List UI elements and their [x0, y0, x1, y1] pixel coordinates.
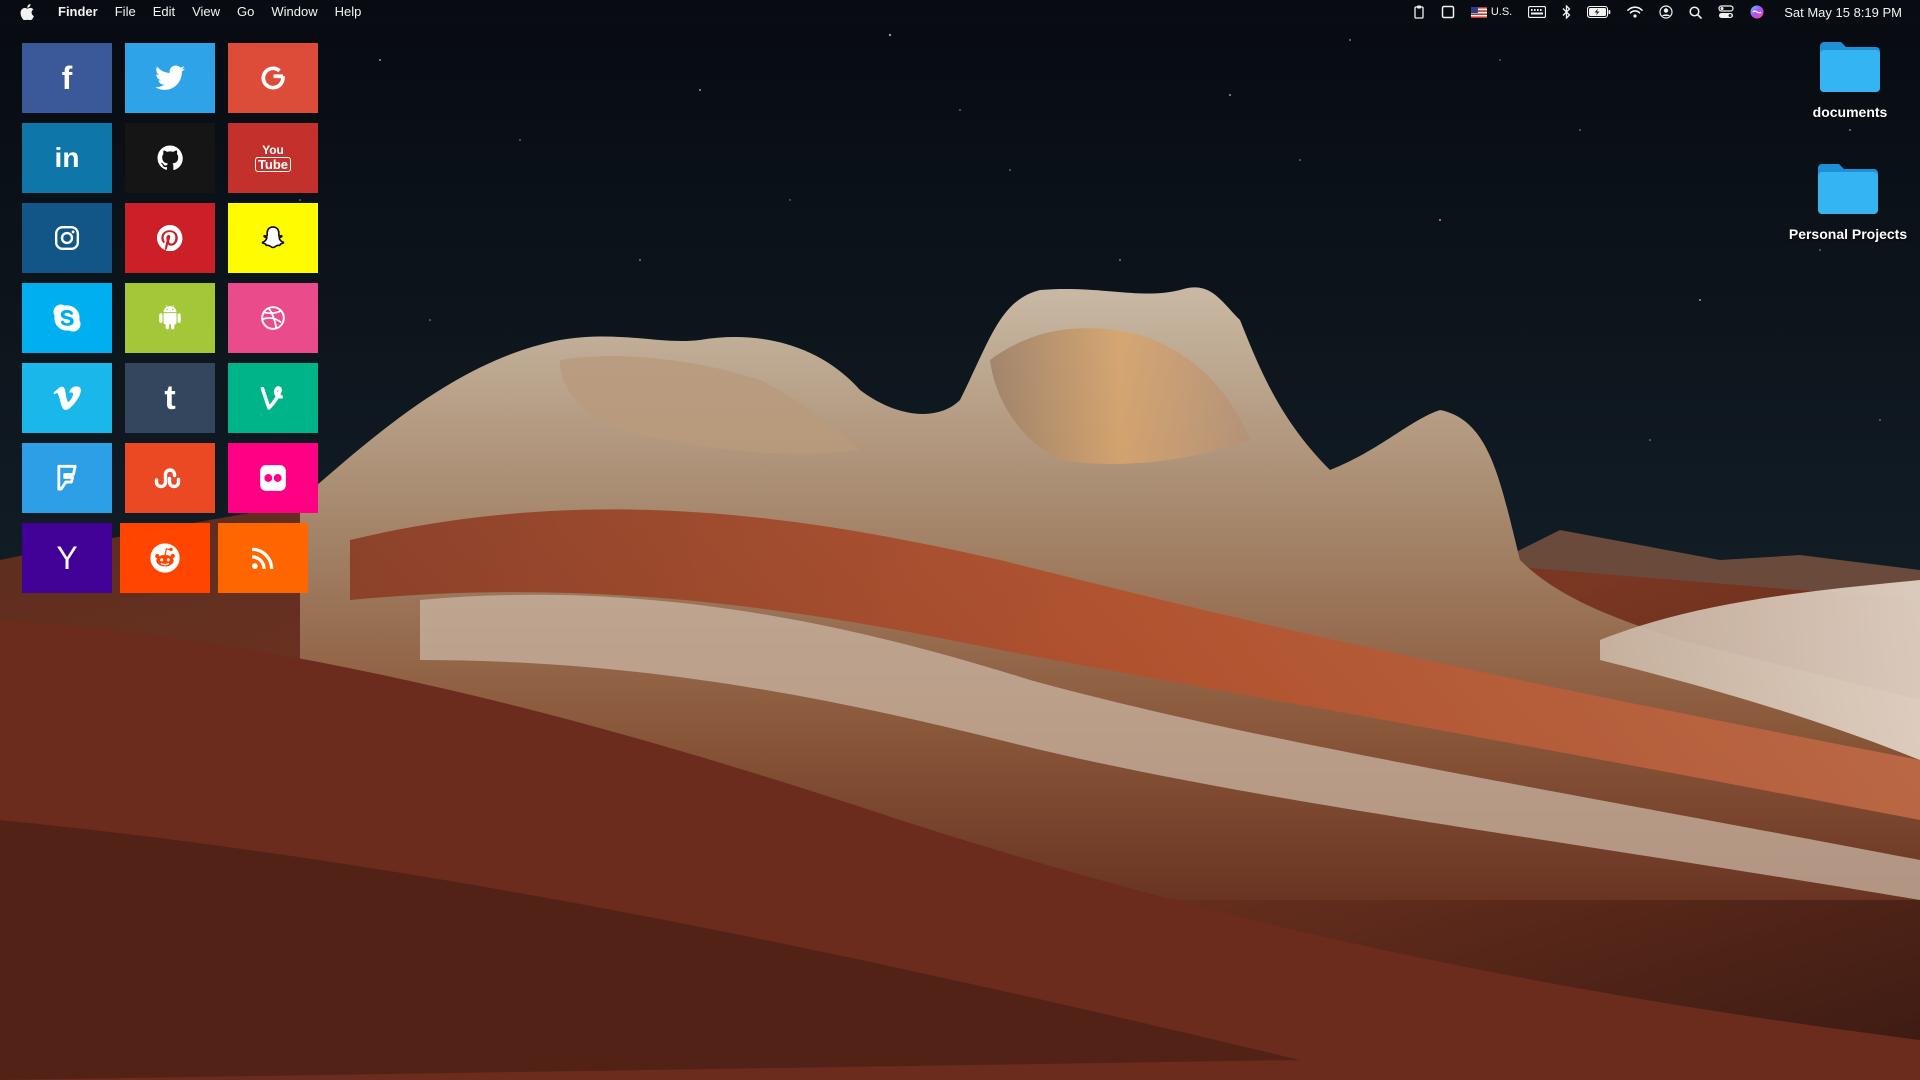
input-source-label: U.S.: [1490, 6, 1513, 18]
vine-icon: [260, 386, 283, 410]
search-icon[interactable]: [1689, 0, 1703, 24]
tumblr-tile[interactable]: t: [125, 363, 215, 433]
menu-bar: Finder File Edit View Go Window Help U.S…: [0, 0, 1920, 24]
youtube-icon-tube: Tube: [254, 157, 292, 172]
desktop[interactable]: Finder File Edit View Go Window Help U.S…: [0, 0, 1920, 1080]
snapchat-tile[interactable]: [228, 203, 318, 273]
menu-go[interactable]: Go: [237, 0, 254, 24]
battery-charging-icon[interactable]: [1587, 0, 1611, 24]
siri-icon[interactable]: [1750, 0, 1764, 24]
facebook-icon: f: [61, 60, 73, 96]
instagram-icon: [54, 225, 80, 251]
folder-icon: [1818, 164, 1878, 214]
clipboard-icon[interactable]: [1413, 0, 1425, 24]
us-flag-icon[interactable]: U.S.: [1470, 0, 1513, 24]
desktop-folder-documents[interactable]: documents: [1780, 40, 1920, 120]
foursquare-icon: [57, 464, 77, 491]
flickr-tile[interactable]: [228, 443, 318, 513]
twitter-icon: [155, 65, 185, 90]
youtube-icon: You Tube: [254, 143, 292, 172]
youtube-icon-you: You: [262, 143, 284, 157]
android-tile[interactable]: [125, 283, 215, 353]
wifi-icon[interactable]: [1627, 0, 1644, 24]
github-icon: [157, 145, 183, 171]
yahoo-tile[interactable]: Y: [22, 523, 112, 593]
google-tile[interactable]: [228, 43, 318, 113]
reddit-tile[interactable]: [120, 523, 210, 593]
menu-bar-clock[interactable]: Sat May 15 8:19 PM: [1784, 5, 1902, 20]
skype-icon: [53, 304, 81, 332]
github-tile[interactable]: [125, 123, 215, 193]
menu-view[interactable]: View: [192, 0, 220, 24]
bluetooth-icon[interactable]: [1562, 0, 1571, 24]
menu-edit[interactable]: Edit: [153, 0, 175, 24]
google-icon: [261, 66, 285, 90]
stumbleupon-tile[interactable]: [125, 443, 215, 513]
window-icon[interactable]: [1441, 0, 1455, 24]
vimeo-icon: [53, 386, 81, 410]
linkedin-tile[interactable]: in: [22, 123, 112, 193]
folder-icon: [1820, 42, 1880, 92]
facebook-tile[interactable]: f: [22, 43, 112, 113]
youtube-tile[interactable]: You Tube: [228, 123, 318, 193]
yahoo-icon: Y: [56, 540, 78, 576]
rss-icon: [252, 547, 274, 569]
folder-label: Personal Projects: [1788, 226, 1908, 242]
apple-menu-icon[interactable]: [20, 3, 36, 21]
control-center-icon[interactable]: [1718, 0, 1734, 24]
menu-file[interactable]: File: [115, 0, 136, 24]
keyboard-icon[interactable]: [1528, 0, 1547, 24]
rss-tile[interactable]: [218, 523, 308, 593]
instagram-tile[interactable]: [22, 203, 112, 273]
tumblr-icon: t: [164, 379, 176, 417]
pinterest-tile[interactable]: [125, 203, 215, 273]
android-icon: [159, 304, 181, 330]
menu-window[interactable]: Window: [271, 0, 317, 24]
dribbble-tile[interactable]: [228, 283, 318, 353]
user-icon[interactable]: [1659, 0, 1673, 24]
linkedin-icon: in: [54, 142, 80, 173]
stumbleupon-icon: [154, 468, 181, 489]
vine-tile[interactable]: [228, 363, 318, 433]
dribbble-icon: [261, 306, 285, 330]
reddit-icon: [150, 543, 180, 573]
pinterest-icon: [157, 225, 183, 251]
skype-tile[interactable]: [22, 283, 112, 353]
menu-app-name[interactable]: Finder: [58, 0, 98, 24]
twitter-tile[interactable]: [125, 43, 215, 113]
menu-help[interactable]: Help: [335, 0, 362, 24]
folder-label: documents: [1812, 104, 1888, 120]
foursquare-tile[interactable]: [22, 443, 112, 513]
desktop-folder-personal-projects[interactable]: Personal Projects: [1778, 162, 1918, 242]
snapchat-icon: [261, 226, 285, 249]
flickr-icon: [260, 465, 286, 491]
vimeo-tile[interactable]: [22, 363, 112, 433]
